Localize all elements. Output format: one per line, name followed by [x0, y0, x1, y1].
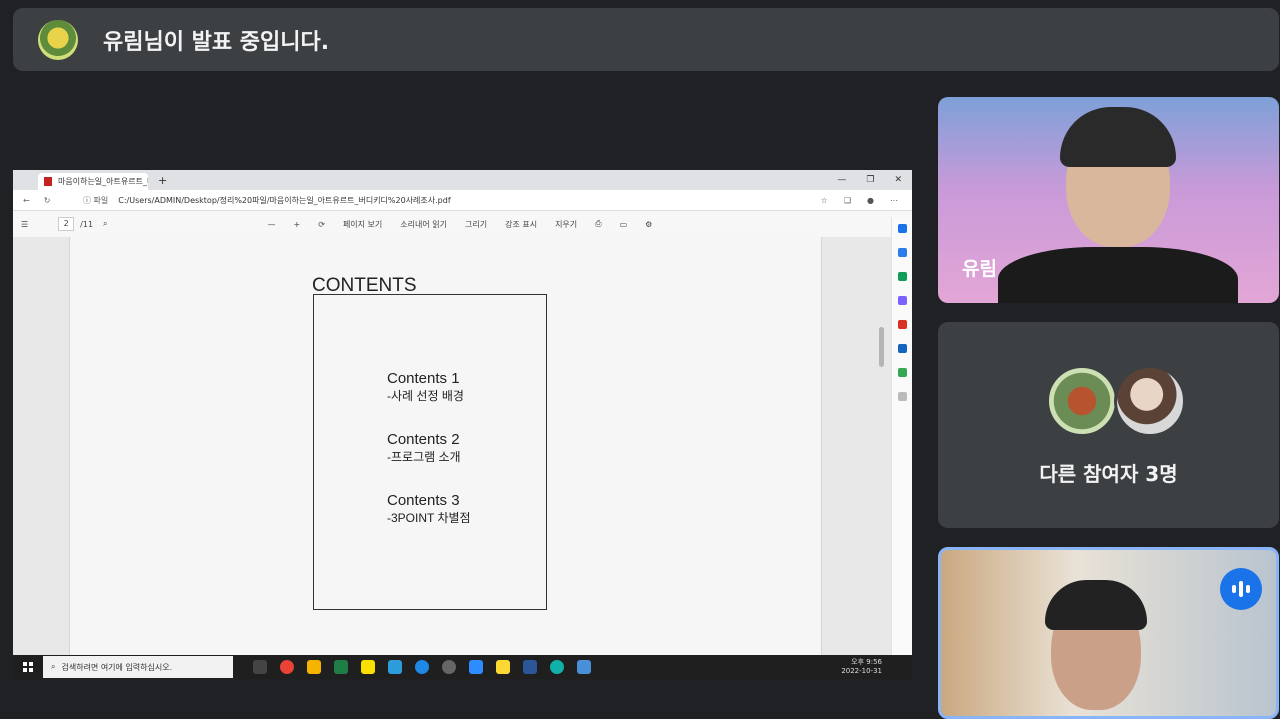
app-icon[interactable] [577, 660, 591, 674]
chrome-icon[interactable] [280, 660, 294, 674]
window-close-icon[interactable]: ✕ [894, 175, 902, 185]
search-icon[interactable] [898, 224, 907, 233]
contents-box: Contents 1 -사례 선정 배경 Contents 2 -프로그램 소개… [313, 294, 547, 610]
profile-icon[interactable]: ● [867, 196, 874, 205]
contents-entry: Contents 2 -프로그램 소개 [387, 431, 461, 465]
address-url[interactable]: C:/Users/ADMIN/Desktop/정리%20파일/마음이하는일_아트… [108, 195, 820, 206]
kakaotalk-icon[interactable] [361, 660, 375, 674]
page-view-button[interactable]: 페이지 보기 [343, 219, 382, 230]
entry-heading: Contents 3 [387, 492, 460, 509]
add-icon[interactable] [898, 392, 907, 401]
tools-icon[interactable] [898, 272, 907, 281]
speaking-indicator-icon [1220, 568, 1262, 610]
taskbar-clock[interactable]: 오후 9:56 2022-10-31 [841, 658, 882, 676]
contents-entry: Contents 1 -사례 선정 배경 [387, 370, 464, 404]
clock-time: 오후 9:56 [851, 658, 882, 666]
settings-icon[interactable] [442, 660, 456, 674]
page-count: /11 [80, 219, 94, 229]
erase-button[interactable]: 지우기 [555, 219, 577, 230]
read-aloud-button[interactable]: 소리내어 읽기 [400, 219, 447, 230]
office-icon[interactable] [898, 320, 907, 329]
sticky-notes-icon[interactable] [496, 660, 510, 674]
edge-icon[interactable] [550, 660, 564, 674]
shared-screen: 마음이하는일_아트유르트_버디 ✕ + — ❐ ✕ ← ↻ ⓘ 파일 C:/Us… [13, 170, 912, 679]
excel-icon[interactable] [334, 660, 348, 674]
participant-hair [1045, 580, 1147, 630]
taskbar-search[interactable]: ⌕ 검색하려면 여기에 입력하십시오. [43, 656, 233, 678]
entry-subtitle: -프로그램 소개 [387, 450, 461, 464]
print-icon[interactable]: ⎙ [595, 219, 601, 229]
favorite-icon[interactable]: ☆ [821, 196, 828, 205]
back-icon[interactable]: ← [23, 196, 30, 205]
pdf-viewport[interactable]: CONTENTS Contents 1 -사례 선정 배경 Contents 2… [13, 237, 891, 655]
pdf-icon [44, 177, 52, 186]
contents-entry: Contents 3 -3POINT 차별점 [387, 492, 471, 526]
shopping-icon[interactable] [898, 248, 907, 257]
presenting-text: 유림님이 발표 중입니다. [103, 29, 330, 55]
other-participants-count: 다른 참여자 3명 [1039, 462, 1178, 486]
app-icon[interactable] [388, 660, 402, 674]
file-explorer-icon[interactable] [307, 660, 321, 674]
more-icon[interactable]: ⋯ [890, 196, 898, 205]
save-icon[interactable]: ▭ [620, 220, 628, 229]
participant-tile-speaking[interactable] [938, 547, 1279, 719]
entry-heading: Contents 2 [387, 431, 460, 448]
refresh-icon[interactable]: ↻ [44, 196, 51, 205]
new-tab-icon[interactable]: + [158, 174, 167, 187]
games-icon[interactable] [898, 296, 907, 305]
find-icon[interactable]: ⌕ [103, 219, 107, 229]
edge-sidebar [891, 217, 912, 655]
scrollbar-thumb[interactable] [879, 327, 884, 367]
presenter-avatar [38, 19, 78, 60]
participant-body [998, 247, 1238, 303]
settings-icon[interactable]: ⚙ [645, 220, 652, 229]
other-participants-tile[interactable]: 다른 참여자 3명 [938, 322, 1279, 528]
clock-date: 2022-10-31 [841, 667, 882, 675]
outlook-icon[interactable] [898, 344, 907, 353]
zoom-in-icon[interactable]: + [294, 220, 301, 229]
search-icon: ⌕ [51, 662, 56, 671]
pdf-page: CONTENTS Contents 1 -사례 선정 배경 Contents 2… [69, 237, 822, 655]
participant-name: 유림 [962, 258, 997, 280]
address-prefix: ⓘ 파일 [83, 195, 109, 205]
windows-taskbar: ⌕ 검색하려면 여기에 입력하십시오. 오후 9:56 2022-10-31 [13, 655, 912, 679]
presenting-banner: 유림님이 발표 중입니다. [13, 8, 1279, 71]
address-bar: ← ↻ ⓘ 파일 C:/Users/ADMIN/Desktop/정리%20파일/… [13, 190, 912, 211]
windows-start-icon[interactable] [23, 662, 33, 672]
draw-button[interactable]: 그리기 [465, 219, 487, 230]
participant-avatar [1114, 365, 1186, 437]
tab-title: 마음이하는일_아트유르트_버디 [58, 177, 148, 186]
highlight-button[interactable]: 강조 표시 [505, 219, 537, 230]
restore-icon[interactable]: ❐ [866, 175, 874, 185]
spotify-icon[interactable] [898, 368, 907, 377]
browser-tab-bar: 마음이하는일_아트유르트_버디 ✕ + — ❐ ✕ [13, 170, 912, 190]
participant-hair [1060, 107, 1176, 167]
browser-tab[interactable]: 마음이하는일_아트유르트_버디 ✕ [38, 173, 148, 190]
app-icon[interactable] [415, 660, 429, 674]
zoom-out-icon[interactable]: — [268, 220, 276, 229]
entry-heading: Contents 1 [387, 370, 460, 387]
entry-subtitle: -사례 선정 배경 [387, 389, 464, 403]
zoom-icon[interactable] [469, 660, 483, 674]
entry-subtitle: -3POINT 차별점 [387, 511, 471, 525]
rotate-icon[interactable]: ⟳ [318, 220, 325, 229]
collections-icon[interactable]: ❏ [844, 196, 851, 205]
pdf-toolbar: ☰ 2 /11 ⌕ — + ⟳ 페이지 보기 소리내어 읽기 그리기 강조 표시… [13, 211, 912, 238]
task-view-icon[interactable] [253, 660, 267, 674]
participant-tile-presenter[interactable]: 유림 [938, 97, 1279, 303]
page-number-input[interactable]: 2 [58, 217, 75, 231]
word-icon[interactable] [523, 660, 537, 674]
taskbar-search-placeholder: 검색하려면 여기에 입력하십시오. [61, 662, 173, 672]
participant-avatar [1046, 365, 1118, 437]
minimize-icon[interactable]: — [837, 175, 846, 185]
contents-list-icon[interactable]: ☰ [21, 220, 28, 229]
